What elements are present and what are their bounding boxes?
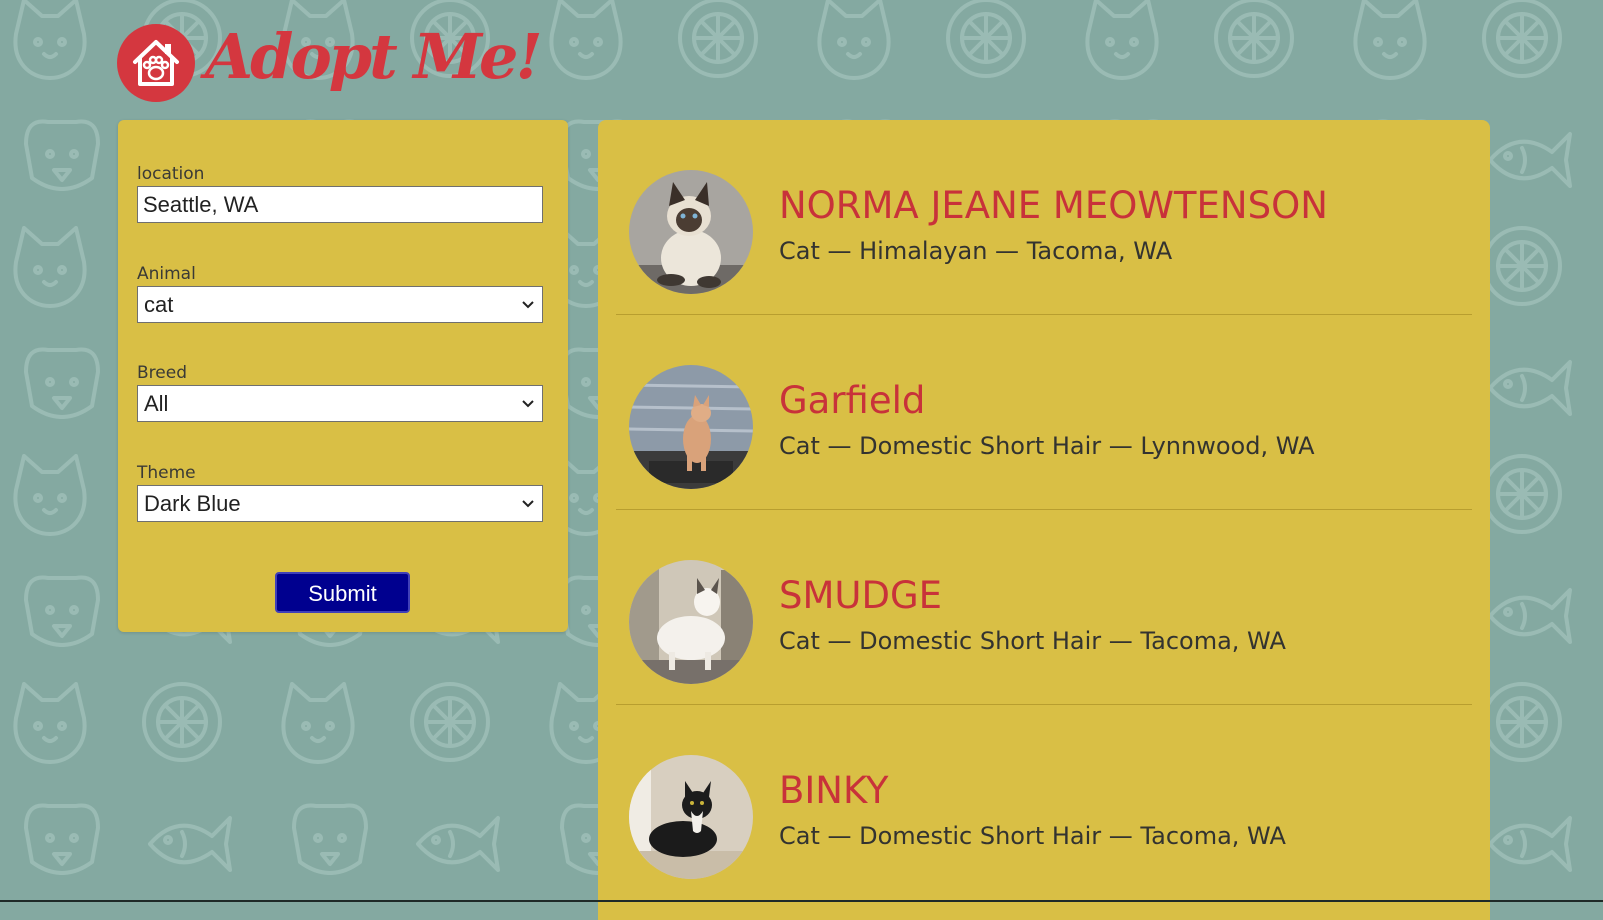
site-header: Adopt Me! xyxy=(117,20,597,122)
pet-photo[interactable] xyxy=(629,170,753,294)
location-label: location xyxy=(137,164,205,184)
pet-name[interactable]: BINKY xyxy=(779,769,889,813)
house-paw-logo-icon[interactable] xyxy=(117,24,195,102)
pet-card[interactable]: SMUDGE Cat — Domestic Short Hair — Tacom… xyxy=(616,510,1472,705)
pet-photo[interactable] xyxy=(629,560,753,684)
pet-name[interactable]: Garfield xyxy=(779,379,925,423)
breed-field: Breed All xyxy=(137,362,543,422)
site-title[interactable]: Adopt Me! xyxy=(205,20,543,93)
breed-select-value: All xyxy=(144,391,169,416)
animal-field: Animal cat xyxy=(137,263,543,323)
search-form: location Animal cat Breed All Theme Dark… xyxy=(118,120,568,632)
pet-info: Cat — Himalayan — Tacoma, WA xyxy=(779,237,1173,265)
pet-info: Cat — Domestic Short Hair — Tacoma, WA xyxy=(779,822,1286,850)
breed-label: Breed xyxy=(137,363,187,383)
pet-card[interactable]: Garfield Cat — Domestic Short Hair — Lyn… xyxy=(616,315,1472,510)
location-input[interactable] xyxy=(137,186,543,223)
theme-select-value: Dark Blue xyxy=(144,491,241,516)
pet-card[interactable]: NORMA JEANE MEOWTENSON Cat — Himalayan —… xyxy=(616,120,1472,315)
pet-photo[interactable] xyxy=(629,365,753,489)
pet-card[interactable]: BINKY Cat — Domestic Short Hair — Tacoma… xyxy=(616,705,1472,899)
white-cat-photo xyxy=(629,560,753,684)
animal-select[interactable]: cat xyxy=(137,286,543,323)
chevron-down-icon xyxy=(522,400,534,408)
animal-label: Animal xyxy=(137,264,196,284)
theme-label: Theme xyxy=(137,463,196,483)
breed-select[interactable]: All xyxy=(137,385,543,422)
theme-field: Theme Dark Blue xyxy=(137,462,543,522)
pet-info: Cat — Domestic Short Hair — Tacoma, WA xyxy=(779,627,1286,655)
tuxedo-cat-photo xyxy=(629,755,753,879)
chevron-down-icon xyxy=(522,301,534,309)
results-panel: NORMA JEANE MEOWTENSON Cat — Himalayan —… xyxy=(598,120,1490,920)
pet-photo[interactable] xyxy=(629,755,753,879)
theme-select[interactable]: Dark Blue xyxy=(137,485,543,522)
animal-select-value: cat xyxy=(144,292,174,317)
pet-info: Cat — Domestic Short Hair — Lynnwood, WA xyxy=(779,432,1315,460)
orange-cat-photo xyxy=(629,365,753,489)
location-field: location xyxy=(137,163,543,223)
chevron-down-icon xyxy=(522,500,534,508)
pet-name[interactable]: NORMA JEANE MEOWTENSON xyxy=(779,184,1328,228)
submit-button[interactable]: Submit xyxy=(275,572,410,613)
himalayan-cat-photo xyxy=(629,170,753,294)
pet-name[interactable]: SMUDGE xyxy=(779,574,942,618)
